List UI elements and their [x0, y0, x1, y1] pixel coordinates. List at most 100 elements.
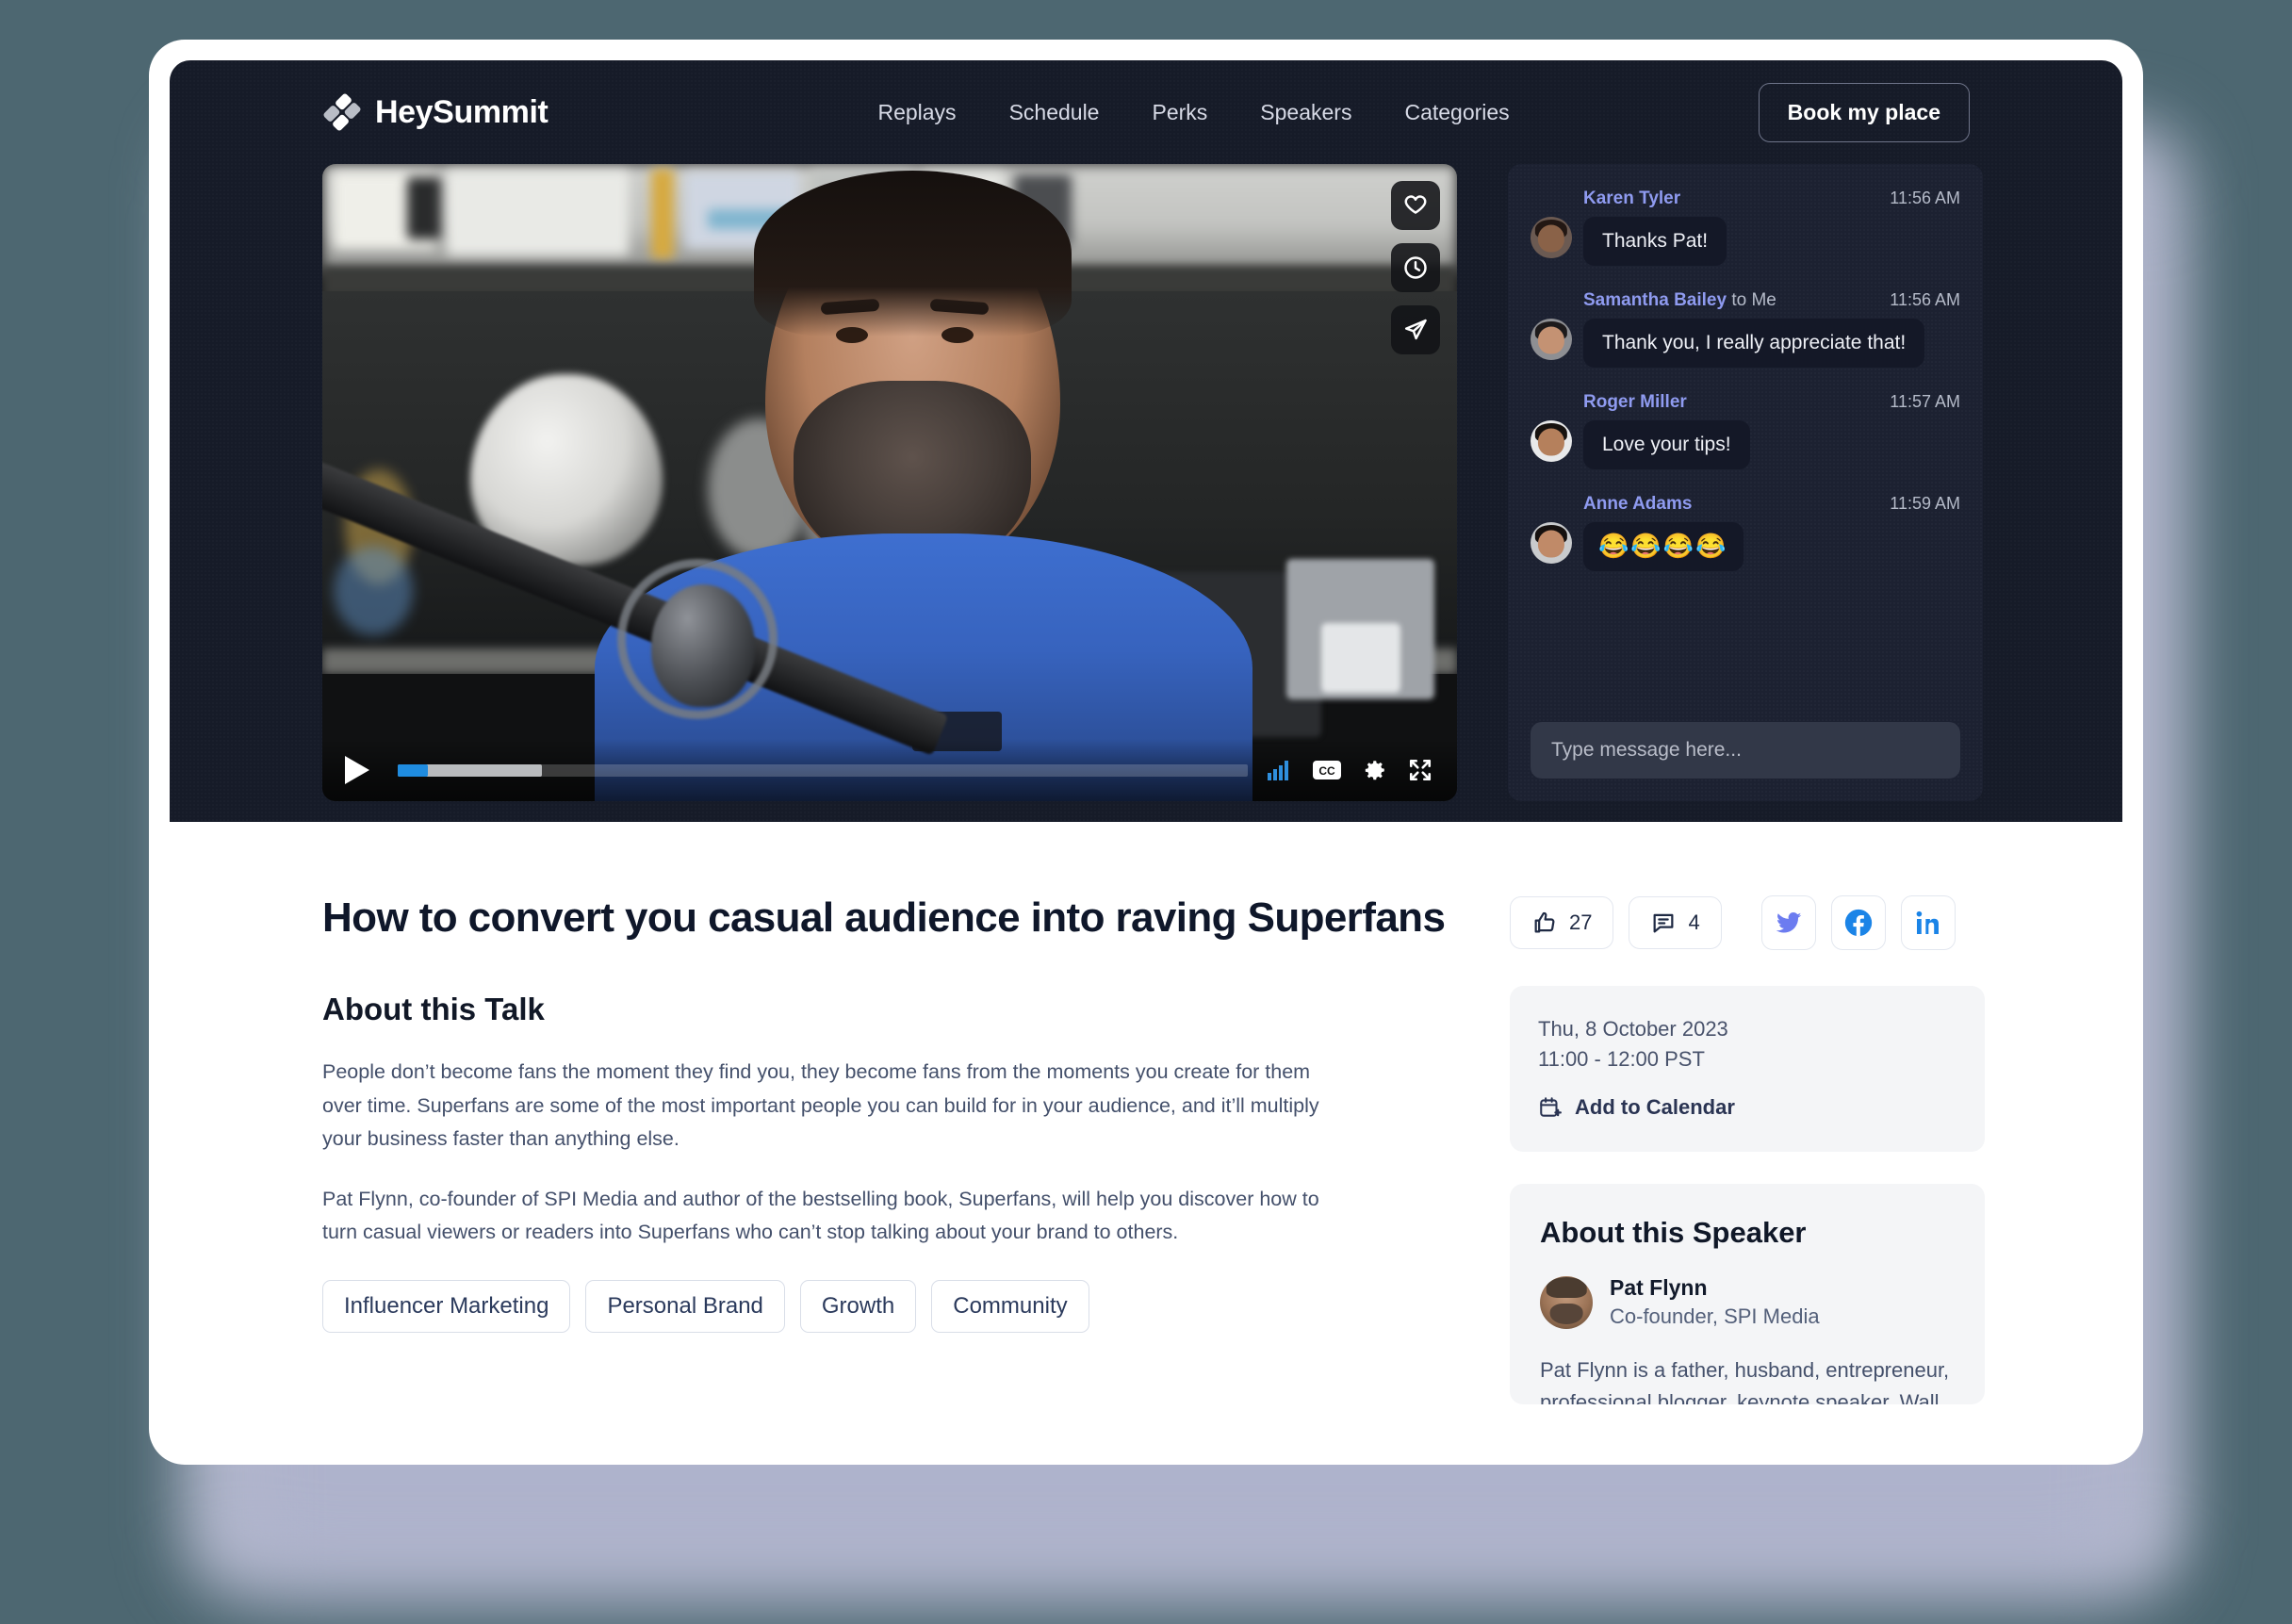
- browser-window: HeySummit Replays Schedule Perks Speaker…: [149, 40, 2143, 1465]
- about-talk-paragraph-2: Pat Flynn, co-founder of SPI Media and a…: [322, 1183, 1335, 1250]
- closed-captions-icon: CC: [1312, 759, 1342, 781]
- chat-message-body: Thank you, I really appreciate that!: [1531, 319, 1960, 368]
- gear-icon: [1363, 758, 1387, 782]
- fullscreen-icon: [1408, 758, 1432, 782]
- about-talk-heading: About this Talk: [322, 992, 1457, 1027]
- played-bar: [398, 764, 428, 777]
- page-title: How to convert you casual audience into …: [322, 895, 1457, 941]
- video-frame-image: [322, 164, 1457, 801]
- send-icon-button[interactable]: [1391, 305, 1440, 354]
- tag-influencer-marketing[interactable]: Influencer Marketing: [322, 1280, 570, 1333]
- play-icon: [345, 756, 369, 784]
- hero-section: HeySummit Replays Schedule Perks Speaker…: [170, 60, 2122, 822]
- side-column: 27 4: [1510, 895, 1985, 1404]
- chat-message: Roger Miller 11:57 AM Love your tips!: [1531, 392, 1960, 469]
- chat-author: Samantha Bailey to Me: [1583, 290, 1776, 311]
- signal-bars-icon-button[interactable]: [1267, 759, 1291, 781]
- about-talk-paragraph-1: People don’t become fans the moment they…: [322, 1056, 1335, 1156]
- schedule-time: 11:00 - 12:00 PST: [1538, 1044, 1956, 1074]
- brand-name: HeySummit: [375, 94, 548, 131]
- chat-message-list: Karen Tyler 11:56 AM Thanks Pat!: [1531, 189, 1960, 722]
- chat-timestamp: 11:57 AM: [1890, 392, 1960, 412]
- brand[interactable]: HeySummit: [322, 92, 548, 132]
- fullscreen-icon-button[interactable]: [1408, 758, 1432, 782]
- chat-timestamp: 11:59 AM: [1890, 494, 1960, 514]
- chat-message-body: Thanks Pat!: [1531, 217, 1960, 266]
- heart-icon-button[interactable]: [1391, 181, 1440, 230]
- send-icon: [1402, 317, 1429, 343]
- chat-message-input[interactable]: Type message here...: [1531, 722, 1960, 779]
- facebook-icon: [1842, 907, 1875, 939]
- about-speaker-heading: About this Speaker: [1540, 1216, 1955, 1250]
- twitter-icon: [1774, 908, 1804, 938]
- book-my-place-button[interactable]: Book my place: [1759, 83, 1970, 142]
- speaker-role: Co-founder, SPI Media: [1610, 1303, 1820, 1331]
- progress-scrubber[interactable]: [398, 764, 1248, 777]
- chat-message: Karen Tyler 11:56 AM Thanks Pat!: [1531, 189, 1960, 266]
- clock-icon: [1402, 254, 1429, 281]
- chat-author-recipient: to Me: [1727, 290, 1776, 310]
- chat-message-header: Samantha Bailey to Me 11:56 AM: [1531, 290, 1960, 311]
- closed-captions-icon-button[interactable]: CC: [1312, 759, 1342, 781]
- main-column: How to convert you casual audience into …: [322, 895, 1457, 1404]
- signal-bars-icon: [1267, 759, 1291, 781]
- video-controls: CC: [322, 739, 1457, 801]
- nav-item-speakers[interactable]: Speakers: [1260, 100, 1351, 125]
- speaker-meta: Pat Flynn Co-founder, SPI Media: [1610, 1274, 1820, 1331]
- schedule-card: Thu, 8 October 2023 11:00 - 12:00 PST Ad…: [1510, 986, 1985, 1152]
- chat-message-body: 😂😂😂😂: [1531, 522, 1960, 571]
- share-facebook-button[interactable]: [1831, 895, 1886, 950]
- schedule-date: Thu, 8 October 2023: [1538, 1014, 1956, 1044]
- add-to-calendar-button[interactable]: Add to Calendar: [1538, 1095, 1956, 1120]
- share-linkedin-button[interactable]: [1901, 895, 1956, 950]
- engagement-row: 27 4: [1510, 895, 1985, 950]
- nav-item-categories[interactable]: Categories: [1404, 100, 1509, 125]
- like-count: 27: [1569, 910, 1592, 935]
- heart-icon: [1402, 192, 1429, 219]
- chat-message: Samantha Bailey to Me 11:56 AM Thank you…: [1531, 290, 1960, 368]
- like-button[interactable]: 27: [1510, 896, 1613, 949]
- play-button[interactable]: [336, 748, 379, 792]
- share-twitter-button[interactable]: [1761, 895, 1816, 950]
- nav-item-schedule[interactable]: Schedule: [1009, 100, 1100, 125]
- video-action-buttons: [1391, 181, 1440, 354]
- chat-author-name: Samantha Bailey: [1583, 290, 1727, 310]
- speaker-bio: Pat Flynn is a father, husband, entrepre…: [1540, 1354, 1955, 1403]
- nav-links: Replays Schedule Perks Speakers Categori…: [877, 100, 1509, 125]
- avatar: [1531, 522, 1572, 564]
- nav-item-replays[interactable]: Replays: [877, 100, 956, 125]
- speaker-identity[interactable]: Pat Flynn Co-founder, SPI Media: [1540, 1274, 1955, 1331]
- linkedin-icon: [1913, 908, 1943, 938]
- nav-item-perks[interactable]: Perks: [1152, 100, 1207, 125]
- gear-icon-button[interactable]: [1363, 758, 1387, 782]
- chat-author: Roger Miller: [1583, 392, 1687, 413]
- chat-message: Anne Adams 11:59 AM 😂😂😂😂: [1531, 494, 1960, 571]
- clock-icon-button[interactable]: [1391, 243, 1440, 292]
- chat-timestamp: 11:56 AM: [1890, 290, 1960, 310]
- chat-author-name: Roger Miller: [1583, 392, 1687, 412]
- comment-icon: [1650, 910, 1677, 936]
- chat-message-header: Anne Adams 11:59 AM: [1531, 494, 1960, 515]
- avatar: [1531, 420, 1572, 462]
- content-section: How to convert you casual audience into …: [170, 822, 2122, 1404]
- avatar: [1531, 319, 1572, 360]
- chat-author: Karen Tyler: [1583, 189, 1680, 209]
- heysummit-diamond-logo-icon: [322, 92, 362, 132]
- chat-message-body: Love your tips!: [1531, 420, 1960, 469]
- chat-bubble: Thanks Pat!: [1583, 217, 1727, 266]
- add-to-calendar-label: Add to Calendar: [1575, 1095, 1735, 1120]
- video-player[interactable]: CC: [322, 164, 1457, 801]
- top-navigation-bar: HeySummit Replays Schedule Perks Speaker…: [170, 60, 2122, 164]
- chat-panel: Karen Tyler 11:56 AM Thanks Pat!: [1508, 164, 1983, 801]
- thumbs-up-icon: [1531, 910, 1558, 936]
- control-icons: CC: [1267, 758, 1432, 782]
- tag-growth[interactable]: Growth: [800, 1280, 916, 1333]
- comment-button[interactable]: 4: [1629, 896, 1721, 949]
- tag-community[interactable]: Community: [931, 1280, 1089, 1333]
- tag-personal-brand[interactable]: Personal Brand: [585, 1280, 784, 1333]
- chat-bubble: Love your tips!: [1583, 420, 1750, 469]
- stage: HeySummit Replays Schedule Perks Speaker…: [0, 0, 2292, 1624]
- chat-message-header: Karen Tyler 11:56 AM: [1531, 189, 1960, 209]
- chat-author-name: Karen Tyler: [1583, 189, 1680, 208]
- speaker-card: About this Speaker Pat Flynn Co-founder,…: [1510, 1184, 1985, 1404]
